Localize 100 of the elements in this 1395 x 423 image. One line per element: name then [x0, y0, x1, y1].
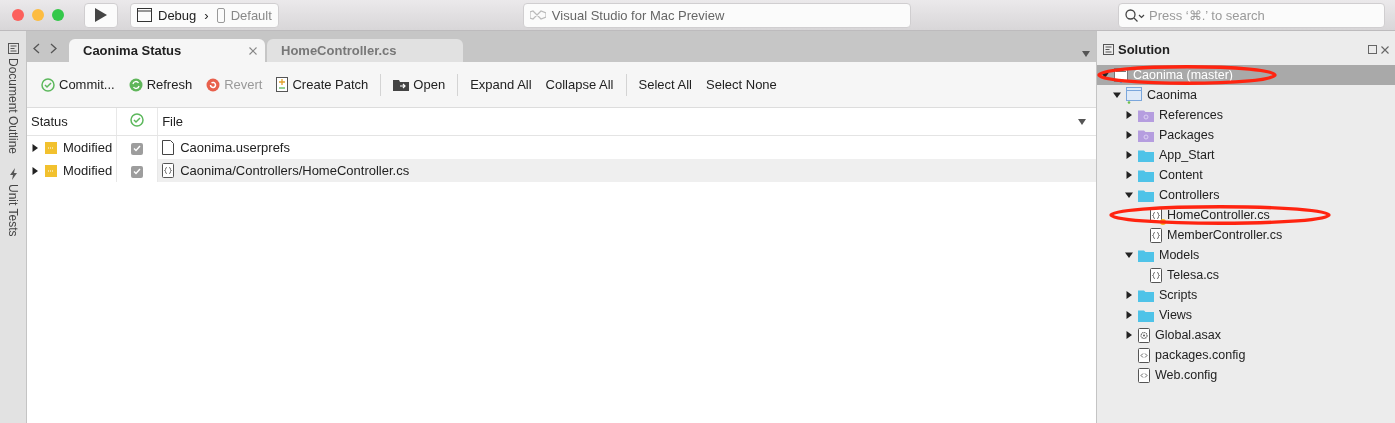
tree-item[interactable]: Web.config — [1097, 365, 1395, 385]
collapsed-arrow-icon[interactable] — [1125, 291, 1133, 299]
document-icon — [162, 140, 175, 155]
collapsed-arrow-icon[interactable] — [1125, 311, 1133, 319]
tree-item[interactable]: Global.asax — [1097, 325, 1395, 345]
file-path: Caonima/Controllers/HomeController.cs — [180, 163, 410, 178]
lightning-icon — [8, 168, 18, 181]
column-header[interactable]: Status — [31, 114, 68, 129]
patch-document-icon — [276, 77, 289, 92]
tree-item[interactable]: MemberController.cs — [1097, 225, 1395, 245]
dropdown-arrow-icon[interactable] — [1078, 118, 1086, 125]
checkbox[interactable] — [131, 165, 144, 178]
tree-item[interactable]: References — [1097, 105, 1395, 125]
tree-item[interactable]: Views — [1097, 305, 1395, 325]
check-icon — [133, 145, 142, 152]
dropdown-arrow-icon[interactable] — [1082, 51, 1090, 57]
toolbar-button[interactable]: Open — [389, 77, 450, 92]
tree-item-label: Caonima (master) — [1133, 68, 1234, 82]
check-circle-icon — [130, 113, 145, 127]
tree-item[interactable]: Scripts — [1097, 285, 1395, 305]
collapsed-arrow-icon[interactable] — [31, 166, 39, 175]
play-icon — [95, 8, 107, 22]
window-title: Visual Studio for Mac Preview — [551, 7, 725, 23]
toolbar-button[interactable]: Select None — [702, 77, 781, 92]
collapsed-arrow-icon[interactable] — [1125, 331, 1133, 339]
tree-item-label: Controllers — [1159, 188, 1220, 202]
folder-icon — [1138, 108, 1154, 122]
folder-icon — [1138, 308, 1154, 322]
refresh-icon — [128, 77, 143, 92]
device-button[interactable]: Default — [210, 3, 278, 27]
tree-item[interactable]: HomeController.cs — [1097, 205, 1395, 225]
toolbar-button[interactable]: Create Patch — [272, 77, 373, 92]
tree-item-label: References — [1159, 108, 1223, 122]
folder-icon — [1138, 128, 1154, 142]
status-text: Modified — [63, 163, 113, 178]
gear-file-icon — [1138, 327, 1150, 343]
status-text: Modified — [63, 140, 113, 155]
tree-item-label: Caonima — [1147, 88, 1198, 102]
breadcrumb-separator: › — [203, 7, 210, 23]
code-file-icon — [1150, 207, 1162, 223]
toolbar-button[interactable]: Select All — [634, 77, 696, 92]
search-field[interactable]: Press ‘⌘.’ to search — [1118, 2, 1385, 28]
file-path: Caonima.userprefs — [180, 140, 290, 155]
tree-item[interactable]: packages.config — [1097, 345, 1395, 365]
tree-item[interactable]: Packages — [1097, 125, 1395, 145]
tree-item-label: App_Start — [1159, 148, 1215, 162]
toolbar-button[interactable]: Refresh — [124, 77, 197, 92]
side-pad-tab[interactable]: Unit Tests — [6, 184, 20, 237]
tree-item[interactable]: Controllers — [1097, 185, 1395, 205]
project-icon — [1126, 86, 1142, 104]
toolbar-button[interactable]: Commit... — [37, 77, 119, 92]
tree-item-label: Telesa.cs — [1167, 268, 1220, 282]
tree-item-label: HomeController.cs — [1167, 208, 1270, 222]
tree-item-label: MemberController.cs — [1167, 228, 1283, 242]
toolbar-button[interactable]: Collapse All — [541, 77, 618, 92]
logo-icon — [529, 9, 546, 21]
side-pad-tab[interactable]: Document Outline — [6, 58, 20, 155]
expanded-arrow-icon[interactable] — [1113, 91, 1121, 99]
tree-item-label: Views — [1159, 308, 1193, 322]
check-icon — [133, 168, 142, 175]
expanded-arrow-icon[interactable] — [1125, 251, 1133, 259]
phone-icon — [216, 7, 225, 23]
tree-item[interactable]: Caonima — [1097, 85, 1395, 105]
tree-item-label: Web.config — [1155, 368, 1218, 382]
tree-item-label: Global.asax — [1155, 328, 1221, 342]
checkbox[interactable] — [131, 142, 144, 155]
tree-item-label: Scripts — [1159, 288, 1198, 302]
collapsed-arrow-icon[interactable] — [1125, 171, 1133, 179]
modified-status-icon — [45, 164, 57, 177]
tree-item[interactable]: Telesa.cs — [1097, 265, 1395, 285]
tree-item[interactable]: Models — [1097, 245, 1395, 265]
tree-item-label: Models — [1159, 248, 1200, 262]
close-icon[interactable] — [1381, 45, 1389, 54]
folder-icon — [1138, 288, 1154, 302]
collapsed-arrow-icon[interactable] — [31, 143, 39, 152]
close-icon[interactable] — [249, 46, 257, 55]
document-tab[interactable]: Caonima Status — [69, 39, 265, 62]
panel-title: Solution — [1118, 42, 1171, 57]
expanded-arrow-icon[interactable] — [1125, 191, 1133, 199]
toolbar-button[interactable]: Expand All — [466, 77, 536, 92]
tree-item[interactable]: App_Start — [1097, 145, 1395, 165]
code-file-icon — [1150, 267, 1162, 283]
collapsed-arrow-icon[interactable] — [1125, 131, 1133, 139]
expanded-arrow-icon[interactable] — [1101, 71, 1109, 79]
check-circle-icon — [41, 77, 55, 92]
folder-icon — [1138, 188, 1154, 202]
config-file-icon — [1138, 347, 1150, 363]
outline-icon — [7, 43, 19, 54]
folder-icon — [1138, 148, 1154, 162]
modified-status-icon — [45, 141, 57, 154]
tree-item[interactable]: Content — [1097, 165, 1395, 185]
column-header[interactable]: File — [162, 114, 184, 129]
run-button[interactable] — [84, 2, 118, 28]
maximize-icon[interactable] — [1368, 45, 1377, 54]
code-file-icon — [1150, 227, 1162, 243]
folder-icon — [393, 78, 410, 91]
search-icon — [1125, 8, 1145, 23]
configuration-button[interactable]: Debug — [131, 3, 203, 27]
collapsed-arrow-icon[interactable] — [1125, 111, 1133, 119]
collapsed-arrow-icon[interactable] — [1125, 151, 1133, 159]
